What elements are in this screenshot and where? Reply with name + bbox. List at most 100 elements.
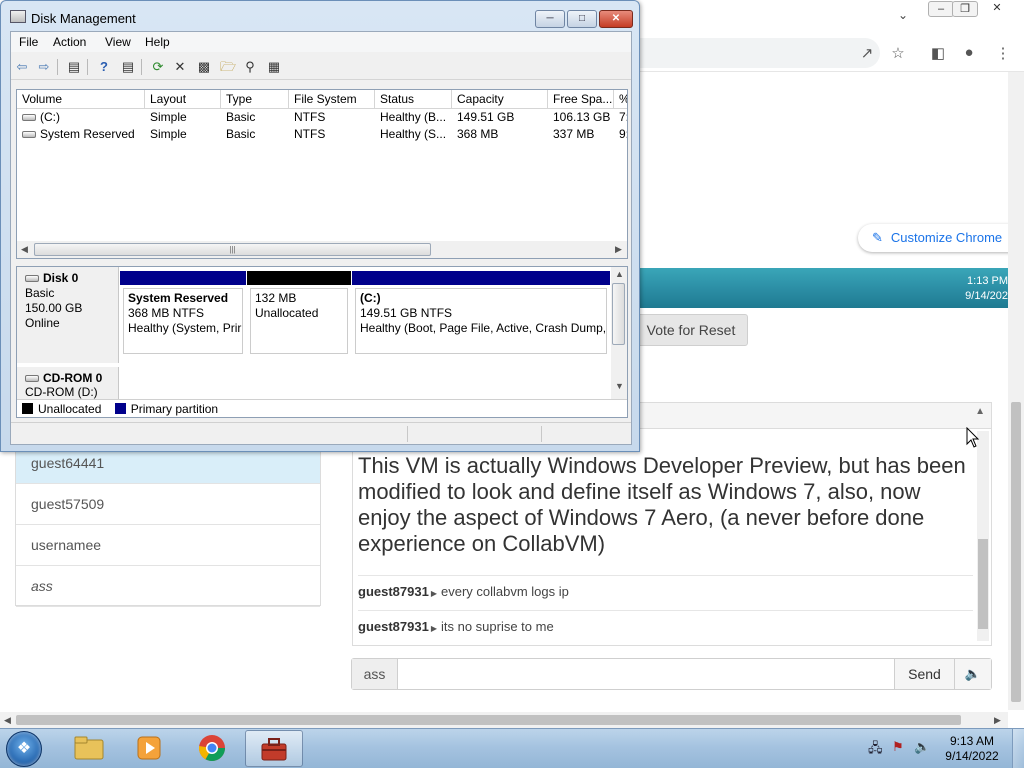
restore-button[interactable]: ❐ [952,1,978,17]
help-icon[interactable]: ? [95,58,113,76]
chat-scrollbar[interactable] [977,431,989,641]
action-center-flag-icon[interactable]: ⚑ [892,739,904,755]
legend-swatch-unallocated [22,403,33,414]
column-header-volume[interactable]: Volume [17,90,145,109]
taskbar-windows-explorer[interactable] [60,730,118,767]
folder-icon [74,736,104,760]
volume-list-hscrollbar[interactable]: ◀ ||| ▶ [17,241,627,258]
column-header-file-system[interactable]: File System [289,90,375,109]
chat-text: every collabvm logs ip [440,584,569,599]
user-list-item[interactable]: ass [16,566,320,607]
refresh-icon[interactable]: ⟳ [149,58,167,76]
share-icon[interactable]: ↗ [857,44,877,62]
dm-minimize-button[interactable]: ─ [535,10,565,28]
disk-state: Online [25,316,60,330]
page-scroll-thumb[interactable] [1011,402,1021,702]
graph-vscroll-thumb[interactable] [612,283,625,345]
volume-icon[interactable]: 🔈 [954,659,991,689]
drive-icon [22,114,36,122]
page-horizontal-scrollbar[interactable]: ◀ ▶ [0,712,1008,728]
cell-volume[interactable]: (C:) [17,109,145,126]
start-button[interactable]: ❖ [6,731,42,767]
partition-unallocated[interactable]: 132 MB Unallocated [247,271,351,359]
cell-volume[interactable]: System Reserved [17,126,145,143]
scroll-left-arrow-icon[interactable]: ◀ [21,244,28,255]
customize-chrome-label: Customize Chrome [890,230,1003,245]
partition-size: 368 MB NTFS [128,306,205,320]
disk-0-label[interactable]: Disk 0 Basic 150.00 GB Online [17,267,119,363]
column-header-free-space[interactable]: Free Spa... [548,90,614,109]
search-icon[interactable]: ⚲ [241,58,259,76]
scroll-up-arrow-icon[interactable]: ▲ [975,406,985,417]
bookmark-star-icon[interactable]: ☆ [888,44,908,62]
delete-icon[interactable]: ✕ [171,58,189,76]
forward-arrow-icon[interactable]: ⇨ [35,58,53,76]
column-header-percent[interactable]: % [614,90,627,109]
customize-chrome-button[interactable]: ✎ Customize Chrome [858,224,1024,252]
address-bar[interactable] [640,38,880,68]
taskbar-toolbox[interactable] [245,730,303,767]
scroll-up-arrow-icon[interactable]: ▲ [615,269,624,279]
show-desktop-button[interactable] [1012,729,1024,768]
page-hscroll-thumb[interactable] [16,715,961,725]
minimize-button[interactable]: – [928,1,954,17]
chat-username-label[interactable]: ass [352,659,398,689]
menu-kebab-icon[interactable]: ⋮ [993,44,1013,62]
dm-client-area: File Action View Help ⇦ ⇨ ▤ ? ▤ ⟳ ✕ ▩ 🗁 … [10,31,632,445]
toolbar-separator [87,59,88,75]
partition-system-reserved[interactable]: System Reserved 368 MB NTFS Healthy (Sys… [120,271,246,359]
menu-view[interactable]: View [105,35,131,49]
column-header-layout[interactable]: Layout [145,90,221,109]
disk-management-icon [10,10,26,23]
console-tree-icon[interactable]: ▤ [65,58,83,76]
scroll-right-arrow-icon[interactable]: ▶ [615,244,622,255]
disk-properties-icon[interactable]: ▦ [265,58,283,76]
properties-icon[interactable]: ▤ [119,58,137,76]
check-disk-icon[interactable]: ▩ [195,58,213,76]
page-vertical-scrollbar[interactable] [1008,72,1024,710]
partition-status: Healthy (Boot, Page File, Active, Crash … [360,321,607,335]
network-icon[interactable]: 🖧 [868,739,883,761]
vote-for-reset-button[interactable]: Vote for Reset [634,314,748,346]
vm-screen[interactable]: 1:13 PM 9/14/202 [640,268,1010,308]
menu-file[interactable]: File [19,35,38,49]
chat-input-row: ass Send 🔈 [351,658,992,690]
user-list-item[interactable]: usernamee [16,525,320,566]
chat-scroll-thumb[interactable] [978,539,988,629]
menu-action[interactable]: Action [53,35,86,49]
tab-search-icon[interactable]: ⌄ [898,8,908,22]
scroll-right-arrow-icon[interactable]: ▶ [994,715,1001,726]
cell-layout: Simple [150,110,187,124]
dm-close-button[interactable]: ✕ [599,10,633,28]
partition-name: System Reserved [128,291,229,305]
cell-file-system: NTFS [294,110,326,124]
column-header-type[interactable]: Type [221,90,289,109]
dm-maximize-button[interactable]: □ [567,10,597,28]
close-button[interactable]: ✕ [984,1,1010,17]
column-header-capacity[interactable]: Capacity [452,90,548,109]
back-arrow-icon[interactable]: ⇦ [13,58,31,76]
cell-capacity: 368 MB [457,127,499,141]
partition-color-bar [247,271,351,285]
cell-free-space: 337 MB [553,127,595,141]
dm-titlebar[interactable]: Disk Management ─ □ ✕ [1,1,639,31]
volume-list-hscroll-thumb[interactable]: ||| [34,243,431,256]
volume-tray-icon[interactable]: 🔈 [914,739,930,755]
scroll-down-arrow-icon[interactable]: ▼ [615,381,624,391]
taskbar-chrome[interactable] [183,730,241,767]
taskbar-clock[interactable]: 9:13 AM 9/14/2022 [940,734,1004,764]
profile-icon[interactable]: ● [959,44,979,61]
chat-input[interactable] [399,659,894,689]
open-folder-icon[interactable]: 🗁 [219,58,237,76]
send-button[interactable]: Send [894,659,954,689]
taskbar-media-player[interactable] [120,730,178,767]
side-panel-icon[interactable]: ◧ [928,44,948,62]
partition-c-drive[interactable]: (C:) 149.51 GB NTFS Healthy (Boot, Page … [352,271,610,359]
media-player-icon [137,736,161,760]
menu-help[interactable]: Help [145,35,170,49]
scroll-left-arrow-icon[interactable]: ◀ [4,715,11,726]
column-header-status[interactable]: Status [375,90,452,109]
partition-info: 132 MB Unallocated [250,288,348,354]
graph-vscrollbar[interactable]: ▲ ▼ [611,267,627,401]
user-list-item[interactable]: guest57509 [16,484,320,525]
